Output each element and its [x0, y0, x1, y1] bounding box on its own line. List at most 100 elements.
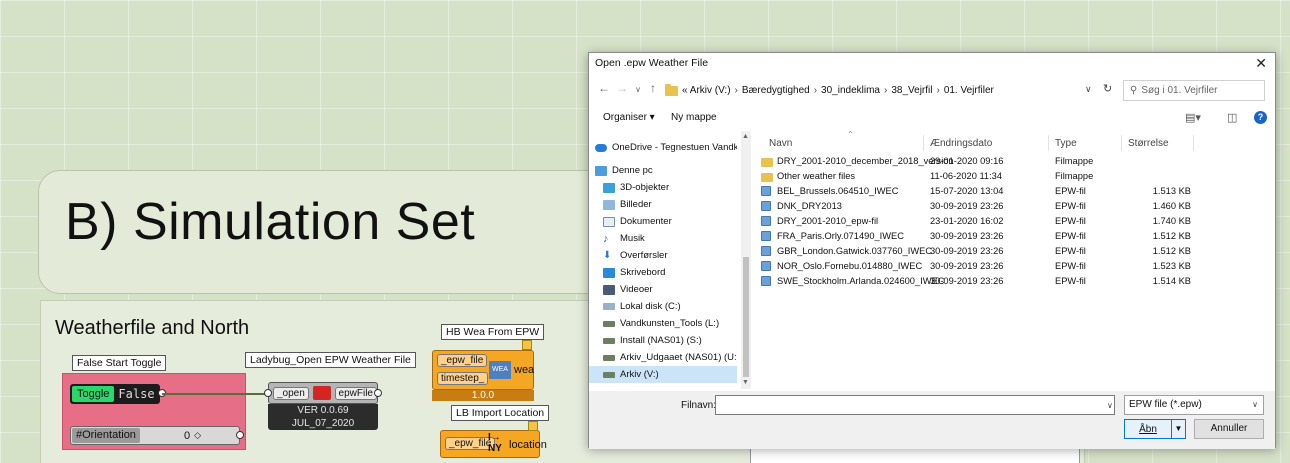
- file-row[interactable]: DRY_2001-2010_epw-fil 23-01-2020 16:02 E…: [755, 215, 1270, 229]
- file-date: 11-06-2020 11:34: [930, 171, 1003, 181]
- file-type: Filmappe: [1055, 156, 1094, 166]
- dialog-titlebar[interactable]: Open .epw Weather File ✕: [589, 53, 1275, 75]
- nav-item-desktop[interactable]: Skrivebord: [589, 264, 737, 281]
- wea-output-label: wea: [514, 364, 535, 376]
- breadcrumb[interactable]: « Arkiv (V:) › Bæredygtighed › 30_indekl…: [665, 80, 1073, 101]
- file-name: DRY_2001-2010_december_2018_version: [777, 156, 954, 166]
- breadcrumb-item[interactable]: « Arkiv (V:): [682, 85, 731, 96]
- forward-arrow-icon[interactable]: →: [615, 81, 629, 95]
- music-icon: ♪: [603, 232, 609, 245]
- file-row[interactable]: BEL_Brussels.064510_IWEC 15-07-2020 13:0…: [755, 185, 1270, 199]
- ladybug-icon: [312, 386, 331, 400]
- epw-file-icon: [761, 201, 771, 211]
- file-type: EPW-fil: [1055, 261, 1086, 271]
- nav-scrollbar[interactable]: ▲ ▼: [741, 131, 751, 389]
- breadcrumb-item[interactable]: 30_indeklima: [821, 85, 880, 96]
- file-type: EPW-fil: [1055, 201, 1086, 211]
- chevron-down-icon[interactable]: ∨: [1085, 84, 1092, 95]
- organise-button[interactable]: Organiser ▾: [603, 112, 655, 123]
- network-drive-icon: [603, 320, 615, 327]
- nav-item-label: Lokal disk (C:): [620, 301, 681, 312]
- search-input[interactable]: ⚲ Søg i 01. Vejrfiler: [1123, 80, 1265, 101]
- column-divider[interactable]: [1193, 135, 1194, 151]
- file-row[interactable]: GBR_London.Gatwick.037760_IWEC 30-09-201…: [755, 245, 1270, 259]
- preview-pane-icon[interactable]: ◫: [1227, 111, 1237, 124]
- open-button[interactable]: Åbn ▼: [1124, 419, 1186, 439]
- up-arrow-icon[interactable]: ↑: [646, 81, 660, 95]
- back-arrow-icon[interactable]: ←: [597, 81, 611, 95]
- epwfile-output-port[interactable]: [374, 389, 382, 397]
- nav-item-arkiv[interactable]: Arkiv (V:): [589, 366, 737, 383]
- file-type: EPW-fil: [1055, 186, 1086, 196]
- view-options-icon[interactable]: ▤▾: [1185, 111, 1201, 124]
- file-row[interactable]: DNK_DRY2013 30-09-2019 23:26 EPW-fil 1.4…: [755, 200, 1270, 214]
- file-row[interactable]: Other weather files 11-06-2020 11:34 Fil…: [755, 170, 1270, 184]
- file-size: 1.512 KB: [1152, 231, 1191, 241]
- orientation-output-port[interactable]: [236, 431, 244, 439]
- lb-import-location-component[interactable]: _epw_file I→ NY location: [440, 430, 547, 458]
- search-placeholder: Søg i 01. Vejrfiler: [1141, 85, 1218, 96]
- column-header-type[interactable]: Type: [1055, 138, 1077, 149]
- orientation-label: #Orientation: [72, 428, 140, 443]
- hb-wea-component[interactable]: _epw_file timestep_ WEA wea: [432, 350, 534, 390]
- column-divider[interactable]: [923, 135, 924, 151]
- chevron-down-icon[interactable]: ∨: [1107, 401, 1113, 410]
- scroll-up-icon[interactable]: ▲: [742, 133, 749, 140]
- nav-item-documents[interactable]: Dokumenter: [589, 213, 737, 230]
- boolean-toggle[interactable]: Toggle False: [70, 384, 160, 404]
- file-date: 29-01-2020 09:16: [930, 156, 1004, 166]
- epw-file-icon: [761, 246, 771, 256]
- breadcrumb-item[interactable]: 38_Vejrfil: [891, 85, 932, 96]
- open-epw-component[interactable]: _open epwFile: [268, 382, 378, 404]
- close-icon[interactable]: ✕: [1255, 55, 1267, 72]
- scroll-down-icon[interactable]: ▼: [742, 379, 749, 386]
- file-size: 1.523 KB: [1152, 261, 1191, 271]
- open-button-label: Åbn: [1139, 423, 1157, 435]
- dialog-title: Open .epw Weather File: [595, 57, 709, 69]
- scroll-thumb[interactable]: [743, 257, 749, 377]
- nav-item-vandkunsten-tools[interactable]: Vandkunsten_Tools (L:): [589, 315, 737, 332]
- chevron-right-icon: ›: [813, 85, 818, 96]
- filetype-select[interactable]: EPW file (*.epw) ∨: [1124, 395, 1264, 415]
- column-header-date[interactable]: Ændringsdato: [930, 138, 992, 149]
- file-date: 30-09-2019 23:26: [930, 231, 1004, 241]
- false-start-label: False Start Toggle: [72, 355, 167, 371]
- desktop-icon: [603, 267, 615, 278]
- breadcrumb-item[interactable]: Bæredygtighed: [742, 85, 810, 96]
- open-input-port[interactable]: [264, 389, 272, 397]
- cube-icon: [603, 182, 615, 193]
- file-row[interactable]: NOR_Oslo.Fornebu.014880_IWEC 30-09-2019 …: [755, 260, 1270, 274]
- help-icon[interactable]: ?: [1254, 111, 1267, 124]
- column-header-name[interactable]: Navn: [769, 138, 792, 149]
- recent-dropdown-icon[interactable]: ∨: [631, 85, 645, 94]
- nav-item-onedrive[interactable]: OneDrive - Tegnestuen Vandkun: [589, 139, 737, 156]
- new-folder-button[interactable]: Ny mappe: [671, 112, 717, 123]
- file-date: 30-09-2019 23:26: [930, 201, 1004, 211]
- slider-handle-icon[interactable]: ◇: [194, 430, 201, 441]
- nav-item-videos[interactable]: Videoer: [589, 281, 737, 298]
- nav-item-local-disk[interactable]: Lokal disk (C:): [589, 298, 737, 315]
- nav-item-3d-objects[interactable]: 3D-objekter: [589, 179, 737, 196]
- open-dropdown-icon[interactable]: ▼: [1171, 420, 1185, 438]
- file-row[interactable]: SWE_Stockholm.Arlanda.024600_IWEC 30-09-…: [755, 275, 1270, 289]
- nav-item-this-pc[interactable]: Denne pc: [589, 162, 737, 179]
- column-header-size[interactable]: Størrelse: [1128, 138, 1169, 149]
- chevron-right-icon: ›: [936, 85, 940, 96]
- column-divider[interactable]: [1048, 135, 1049, 151]
- nav-item-pictures[interactable]: Billeder: [589, 196, 737, 213]
- refresh-icon[interactable]: ↻: [1103, 82, 1112, 95]
- address-bar: ← → ∨ ↑ « Arkiv (V:) › Bæredygtighed › 3…: [589, 77, 1275, 105]
- file-row[interactable]: DRY_2001-2010_december_2018_version 29-0…: [755, 155, 1270, 169]
- column-divider[interactable]: [1121, 135, 1122, 151]
- nav-item-music[interactable]: ♪ Musik: [589, 230, 737, 247]
- cancel-button[interactable]: Annuller: [1194, 419, 1264, 439]
- toggle-value[interactable]: False: [118, 387, 154, 401]
- nav-item-label: Overførsler: [620, 250, 668, 261]
- nav-item-install[interactable]: Install (NAS01) (S:): [589, 332, 737, 349]
- nav-item-downloads[interactable]: ⬇ Overførsler: [589, 247, 737, 264]
- breadcrumb-item[interactable]: 01. Vejrfiler: [944, 85, 994, 96]
- file-row[interactable]: FRA_Paris.Orly.071490_IWEC 30-09-2019 23…: [755, 230, 1270, 244]
- orientation-slider[interactable]: #Orientation 0 ◇: [70, 426, 240, 445]
- nav-item-arkiv-udgaaet[interactable]: Arkiv_Udgaaet (NAS01) (U:): [589, 349, 737, 366]
- filename-input[interactable]: [715, 395, 1115, 415]
